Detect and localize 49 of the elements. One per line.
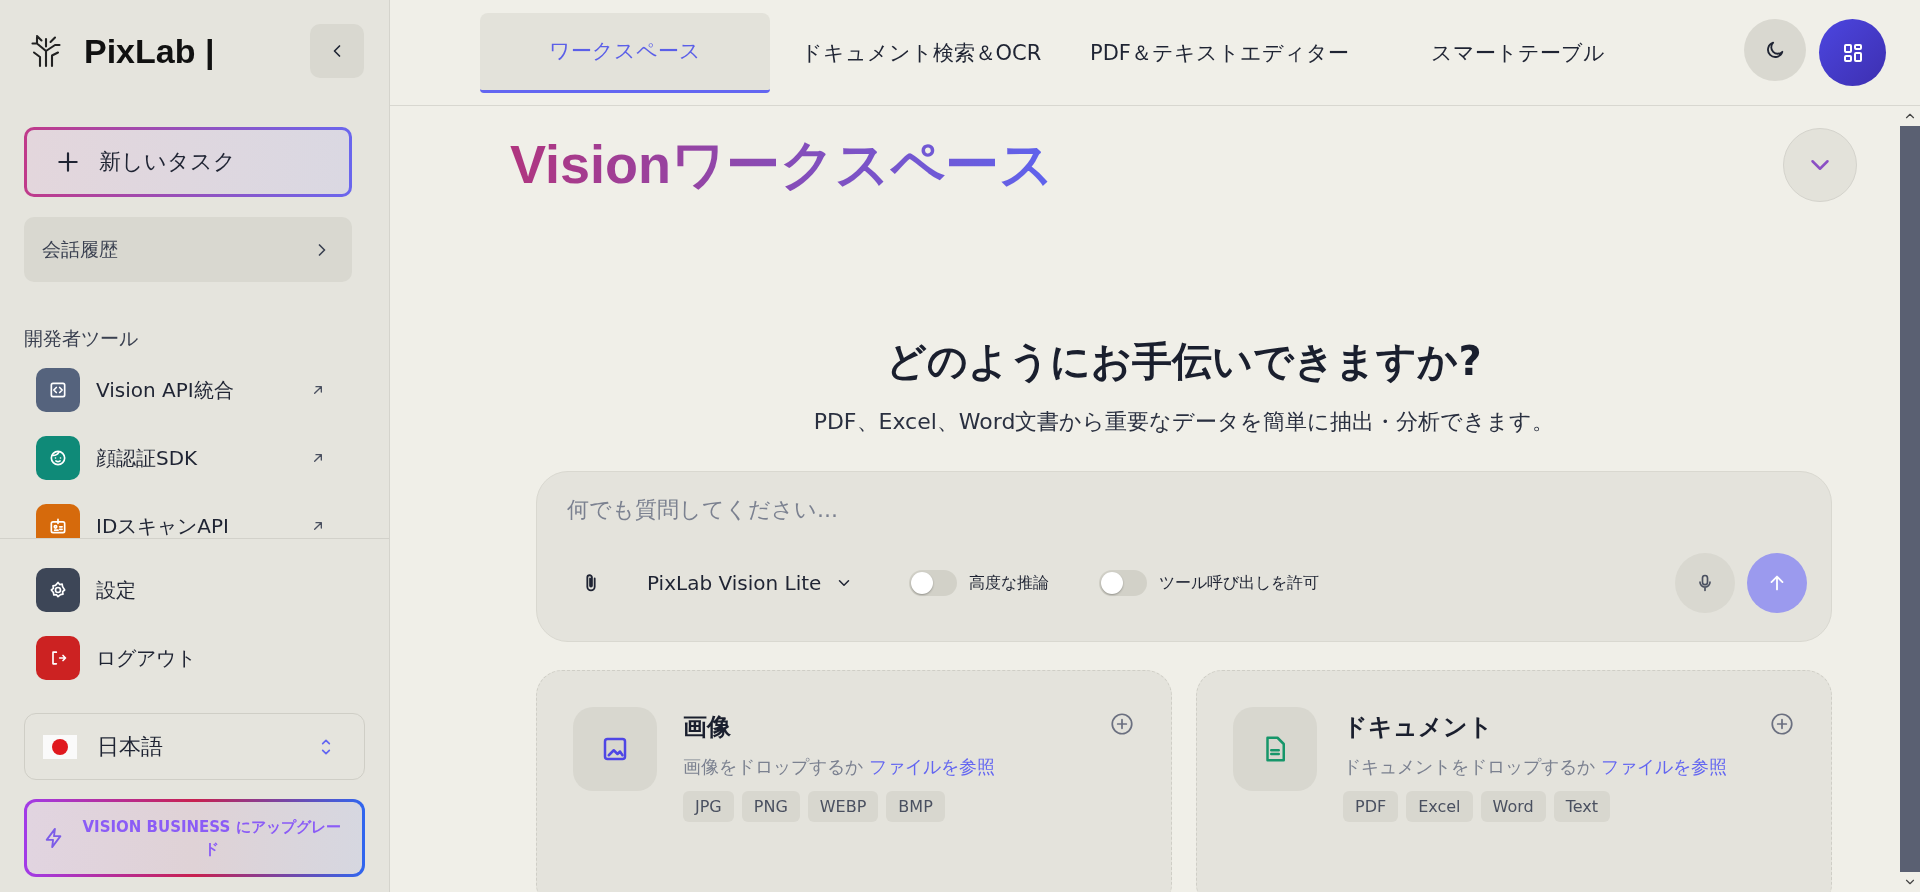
upload-card[interactable]: ドキュメント ドキュメントをドロップするか ファイルを参照 PDF Excel Word Text: [1196, 670, 1832, 892]
format-tag: BMP: [886, 791, 945, 822]
nav-tab[interactable]: PDF＆テキストエディター: [1072, 12, 1367, 93]
sidebar-item[interactable]: ログアウト: [36, 636, 336, 680]
new-task-button[interactable]: 新しいタスク: [24, 127, 352, 197]
format-tag: Word: [1480, 791, 1546, 822]
drop-hint: 画像をドロップするか: [683, 756, 863, 777]
sidebar-item[interactable]: 設定: [36, 568, 336, 612]
gear-icon: [48, 580, 68, 600]
format-tag: WEBP: [807, 791, 879, 822]
format-tag: Text: [1553, 791, 1611, 822]
format-tag: PNG: [741, 791, 800, 822]
toggle-switch[interactable]: [1099, 570, 1148, 596]
nav-tab[interactable]: ドキュメント検索＆OCR: [776, 12, 1066, 93]
browse-link[interactable]: ファイルを参照: [1601, 756, 1727, 777]
card-title: 画像: [683, 712, 732, 743]
plus-circle-icon: [1109, 711, 1135, 737]
format-tag: JPG: [683, 791, 734, 822]
plus-circle-icon: [1769, 711, 1795, 737]
logo-text: PixLab |: [84, 31, 215, 71]
send-button[interactable]: [1747, 553, 1807, 613]
nav-tab[interactable]: スマートテーブル: [1372, 12, 1663, 93]
section-title: 開発者ツール: [24, 326, 139, 351]
language-selector[interactable]: 日本語: [24, 713, 365, 780]
drop-hint: ドキュメントをドロップするか: [1343, 756, 1595, 777]
sidebar-item[interactable]: 顔認証SDK: [36, 436, 336, 480]
model-selector[interactable]: PixLab Vision Lite: [641, 570, 860, 596]
moon-icon: [1764, 39, 1786, 61]
browse-link[interactable]: ファイルを参照: [869, 756, 995, 777]
history-button[interactable]: 会話履歴: [24, 217, 352, 282]
face-icon: [48, 448, 68, 468]
id-badge-icon: [48, 516, 68, 536]
nav-tab[interactable]: ワークスペース: [480, 12, 770, 93]
upload-card[interactable]: 画像 画像をドロップするか ファイルを参照 JPG PNG WEBP BMP: [536, 670, 1172, 892]
format-tag: Excel: [1406, 791, 1473, 822]
flag-icon: [43, 734, 77, 759]
sidebar-item[interactable]: Vision API統合: [36, 368, 336, 412]
hero-title: どのようにお手伝いできますか?: [886, 337, 1482, 386]
toggle-label: ツール呼び出しを許可: [1159, 572, 1320, 594]
toggle-label: 高度な推論: [969, 572, 1050, 594]
code-window-icon: [48, 380, 68, 400]
plus-icon: [55, 149, 81, 175]
card-title: ドキュメント: [1343, 712, 1494, 743]
toggle-switch[interactable]: [909, 570, 958, 596]
format-tag: PDF: [1343, 791, 1399, 822]
prompt-input[interactable]: 何でも質問してください...: [565, 496, 1807, 523]
hero-subtitle: PDF、Excel、Word文書から重要なデータを簡単に抽出・分析できます。: [813, 408, 1555, 436]
collapse-button[interactable]: [310, 24, 364, 78]
sidebar-item[interactable]: IDスキャンAPI: [36, 504, 336, 538]
